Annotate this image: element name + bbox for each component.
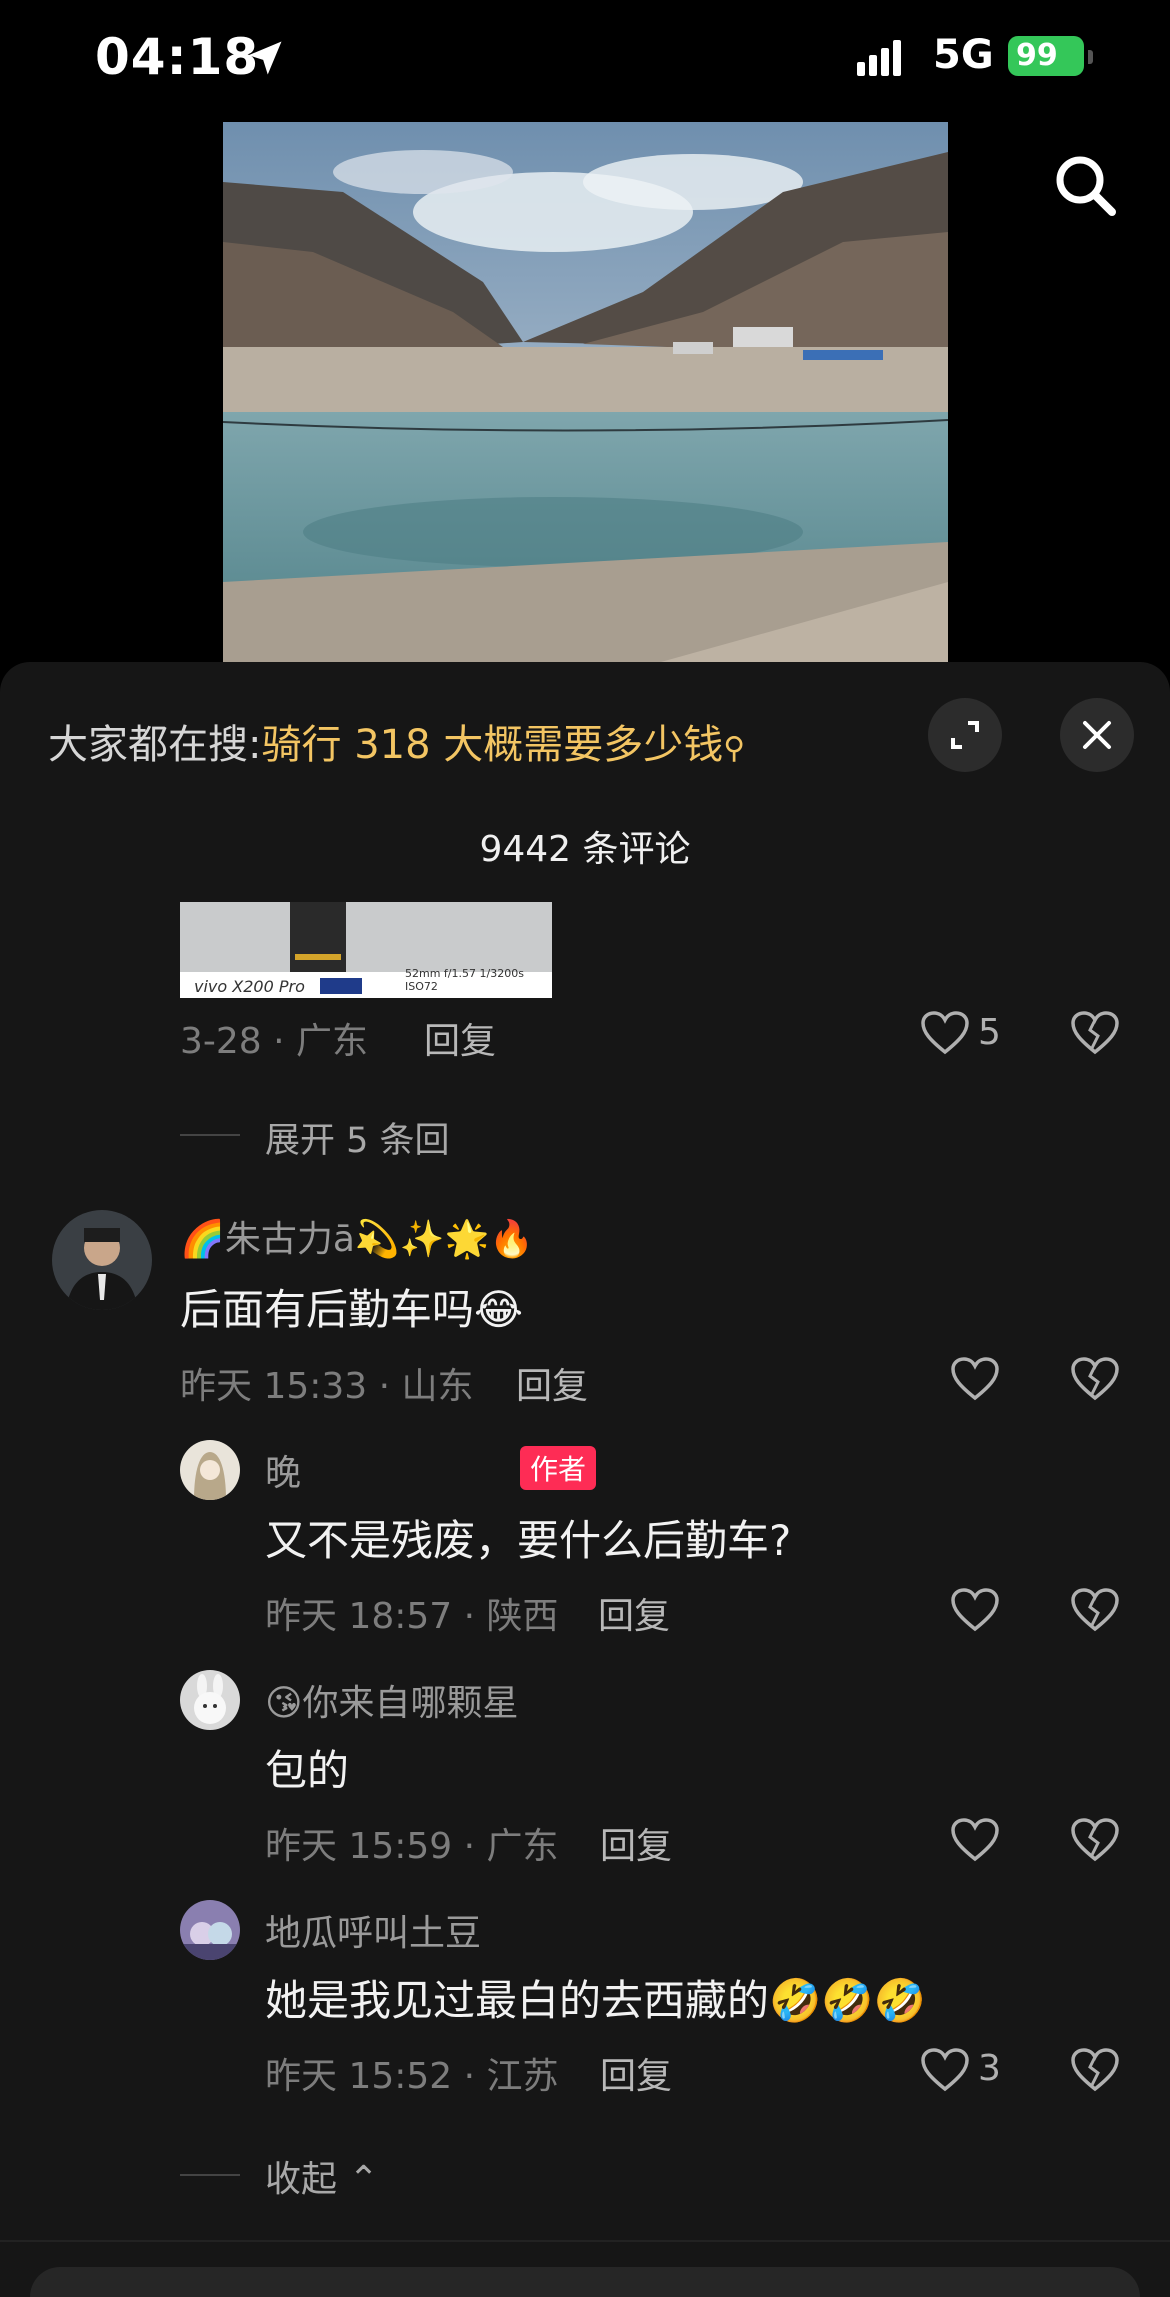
- broken-heart-icon[interactable]: [1070, 1010, 1120, 1056]
- comment-username[interactable]: 🌈朱古力ā💫✨🌟🔥: [180, 1210, 534, 1262]
- battery-icon: 99: [1008, 36, 1084, 76]
- reply-button[interactable]: 回复: [516, 1357, 588, 1409]
- hot-search-prefix: 大家都在搜:: [48, 722, 262, 768]
- author-badge: 作者: [520, 1446, 597, 1490]
- like-count: 5: [978, 1012, 1001, 1053]
- comment-count-title: 9442 条评论: [479, 829, 691, 870]
- reply-username[interactable]: 😘你来自哪颗星: [265, 1674, 519, 1726]
- expand-divider: [180, 1134, 240, 1136]
- close-icon: [1083, 721, 1111, 749]
- hot-search-query[interactable]: 骑行 318 大概需要多少钱: [261, 722, 723, 768]
- expand-button[interactable]: [928, 698, 1002, 772]
- video-player[interactable]: [223, 122, 948, 667]
- reply-text: 包的: [265, 1746, 350, 1795]
- hot-search-link[interactable]: 大家都在搜:骑行 318 大概需要多少钱⚲: [48, 712, 745, 770]
- signal-icon: [857, 40, 901, 76]
- image-subject: [290, 902, 346, 972]
- battery-nub: [1088, 50, 1093, 64]
- reply-meta: 昨天 15:59 · 广东: [265, 1826, 559, 1867]
- camera-specs: 52mm f/1.57 1/3200s ISO72: [405, 967, 524, 993]
- avatar[interactable]: [180, 1670, 240, 1730]
- comment-meta: 3-28 · 广东: [180, 1021, 369, 1062]
- like-count: 3: [978, 2048, 1001, 2089]
- comment-sheet: 大家都在搜:骑行 318 大概需要多少钱⚲ 9442 条评论 vivo X200…: [0, 662, 1170, 2297]
- comment-text: 后面有后勤车吗😂: [180, 1285, 524, 1334]
- collapse-button[interactable]: 收起 ⌃: [265, 2150, 379, 2202]
- reply-username[interactable]: 晚: [265, 1444, 301, 1496]
- comment-meta: 昨天 15:33 · 山东: [180, 1366, 474, 1407]
- reply-text: 又不是残废，要什么后勤车?: [265, 1516, 792, 1565]
- chevron-up-icon: ⌃: [337, 2159, 379, 2200]
- network-type: 5G: [933, 32, 994, 78]
- search-icon[interactable]: [1050, 150, 1120, 220]
- heart-icon[interactable]: [950, 1817, 1000, 1863]
- collapse-divider: [180, 2174, 240, 2176]
- reply-text: 她是我见过最白的去西藏的🤣🤣🤣: [265, 1976, 926, 2025]
- status-bar: 04:18 5G 99: [0, 0, 1170, 120]
- expand-replies-button[interactable]: 展开 5 条回: [265, 1112, 450, 1163]
- reply-meta: 昨天 18:57 · 陕西: [265, 1596, 559, 1637]
- sheet-divider: [0, 2240, 1170, 2242]
- heart-icon[interactable]: [950, 1587, 1000, 1633]
- battery-level: 99: [1016, 38, 1058, 73]
- image-stripe: [295, 954, 341, 960]
- status-time: 04:18: [95, 28, 260, 86]
- landscape-image: [223, 122, 948, 667]
- comment-input[interactable]: [30, 2267, 1140, 2297]
- avatar[interactable]: [52, 1210, 152, 1310]
- heart-icon[interactable]: [920, 1010, 970, 1056]
- collapse-label: 收起: [265, 2159, 338, 2200]
- zeiss-logo: [320, 978, 362, 994]
- camera-brand: vivo X200 Pro: [194, 977, 305, 996]
- reply-username[interactable]: 地瓜呼叫土豆: [265, 1904, 481, 1956]
- avatar-image: [180, 1670, 240, 1730]
- avatar[interactable]: [180, 1440, 240, 1500]
- comment-image[interactable]: vivo X200 Pro 52mm f/1.57 1/3200s ISO72: [180, 902, 552, 998]
- broken-heart-icon[interactable]: [1070, 1817, 1120, 1863]
- reply-meta: 昨天 15:52 · 江苏: [265, 2056, 559, 2097]
- close-button[interactable]: [1060, 698, 1134, 772]
- avatar-image: [180, 1440, 240, 1500]
- broken-heart-icon[interactable]: [1070, 2047, 1120, 2093]
- avatar-image: [52, 1210, 152, 1310]
- reply-button[interactable]: 回复: [600, 2047, 672, 2099]
- expand-icon: [951, 721, 979, 749]
- camera-watermark: vivo X200 Pro 52mm f/1.57 1/3200s ISO72: [180, 967, 552, 998]
- reply-button[interactable]: 回复: [424, 1012, 496, 1064]
- broken-heart-icon[interactable]: [1070, 1356, 1120, 1402]
- reply-button[interactable]: 回复: [598, 1587, 670, 1639]
- search-mini-icon: ⚲: [723, 731, 746, 766]
- location-arrow-icon: [248, 41, 282, 75]
- avatar[interactable]: [180, 1900, 240, 1960]
- avatar-image: [180, 1900, 240, 1960]
- broken-heart-icon[interactable]: [1070, 1587, 1120, 1633]
- heart-icon[interactable]: [920, 2047, 970, 2093]
- heart-icon[interactable]: [950, 1356, 1000, 1402]
- reply-button[interactable]: 回复: [600, 1817, 672, 1869]
